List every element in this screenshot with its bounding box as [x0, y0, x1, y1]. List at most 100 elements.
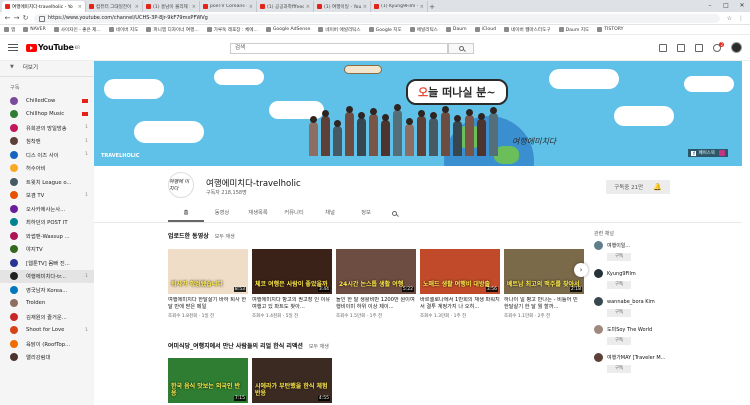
close-tab-icon[interactable]: ×	[304, 4, 310, 10]
new-tab-button[interactable]: +	[428, 2, 436, 12]
bookmark-item[interactable]: NAVER	[23, 27, 46, 32]
close-tab-icon[interactable]: ×	[418, 4, 424, 10]
bookmark-item[interactable]: Daum 지도	[558, 27, 589, 33]
sidebar-subscription-item[interactable]: [웹툰TV] 몸빠 진...	[0, 256, 94, 270]
bookmark-item[interactable]: Daum	[445, 27, 467, 32]
channel-tab[interactable]: 홈	[168, 208, 204, 222]
related-channel-name[interactable]: 여행이일...	[607, 242, 630, 249]
star-icon[interactable]: ☆	[727, 15, 732, 22]
video-title[interactable]: 여행에미치다 한달살기 바하 퇴사 한 달 만에 받은 메일	[168, 297, 248, 311]
uploads-play-all[interactable]: 모두 재생	[215, 234, 235, 240]
video-thumbnail[interactable]: 퇴사가 확정됐습니다 8:53	[168, 249, 248, 294]
bookmark-item[interactable]: Google 지도	[368, 27, 402, 33]
close-tab-icon[interactable]: ×	[190, 4, 196, 10]
related-subscribe-button[interactable]: 구독	[607, 281, 631, 289]
sidebar-subscription-item[interactable]: Trolden	[0, 297, 94, 311]
browser-tab[interactable]: 컴퓨터 그대일전이 예정을×	[86, 1, 143, 12]
video-thumbnail[interactable]: 한국 음식 맛보는 외국인 반응 7:15	[168, 358, 248, 403]
video-title[interactable]: 돌인 한 달 생활비만 1200만 원이여행비이미 하위 이상 제이...	[336, 297, 416, 311]
account-avatar[interactable]	[731, 42, 742, 53]
reload-icon[interactable]: ↻	[21, 14, 30, 22]
related-channel-avatar[interactable]	[594, 325, 603, 334]
video-card[interactable]: 24시간 논스톱 생활 여행 5:22 돌인 한 달 생활비만 1200만 원이여행…	[336, 249, 416, 319]
youtube-logo[interactable]: YouTube KR	[26, 43, 80, 52]
related-channel-name[interactable]: 여행가MAY [Traveler M...	[607, 354, 665, 361]
bookmark-item[interactable]: 가루둑 레포장 : 체에...	[206, 27, 258, 33]
browser-tab[interactable]: (1) 여행이일 - YouTube×	[314, 1, 371, 12]
video-card[interactable]: 노매드 생활 여행비 대방출 3:56 바르셀로나에서 1만회의 재생 파워지서 결…	[420, 249, 500, 319]
video-card[interactable]: 퇴사가 확정됐습니다 8:53 여행에미치다 한달살기 바하 퇴사 한 달 만에 받…	[168, 249, 248, 319]
sidebar-subscription-item[interactable]: 최하던의 POST IT	[0, 216, 94, 230]
video-title[interactable]: 바르셀로나에서 1만회의 재생 파워지서 결투 계정가지 나 오히...	[420, 297, 500, 311]
sidebar-subscription-item[interactable]: 오사카에사는사...	[0, 202, 94, 216]
sidebar-subscription-item[interactable]: 육닭이 (RoofTop...	[0, 337, 94, 351]
sidebar-more[interactable]: ▼ 더보기	[0, 61, 94, 73]
sidebar-subscription-item[interactable]: 앨리강림대	[0, 351, 94, 365]
video-thumbnail[interactable]: 노매드 생활 여행비 대방출 3:56	[420, 249, 500, 294]
related-subscribe-button[interactable]: 구독	[607, 253, 631, 261]
channel-avatar[interactable]: 여행에 미치다	[168, 172, 194, 198]
related-channel-avatar[interactable]	[594, 241, 603, 250]
channel-tab[interactable]: 커뮤니티	[276, 208, 312, 222]
apps-grid-icon[interactable]	[677, 43, 685, 52]
bookmark-item[interactable]: 네이버 애널리틱스	[318, 27, 361, 33]
video-thumbnail[interactable]: 베트남 최고의 맥주를 찾아서 2:18	[504, 249, 584, 294]
facebook-link-label[interactable]: 페이스북	[698, 150, 715, 156]
maximize-icon[interactable]: □	[718, 0, 734, 12]
sidebar-subscription-item[interactable]: 유희관의 방일방송 1	[0, 121, 94, 135]
sidebar-subscription-item[interactable]: 와썹맨-Wassup ...	[0, 229, 94, 243]
bookmark-item[interactable]: 앱	[4, 27, 15, 33]
sidebar-subscription-item[interactable]: 디스 이즈 사이 1	[0, 148, 94, 162]
channel-tab[interactable]: 동영상	[204, 208, 240, 222]
bookmark-item[interactable]: iCloud	[474, 27, 496, 32]
video-thumbnail[interactable]: 체코 여행은 사람이 좋았을까 3:44	[252, 249, 332, 294]
minimize-icon[interactable]: –	[702, 0, 718, 12]
related-channel-name[interactable]: 도미Soy The World	[607, 326, 652, 333]
related-channel-link[interactable]: Kyung9Film	[594, 269, 734, 278]
bookmark-item[interactable]: 네이버 지도	[108, 27, 138, 33]
browser-tab[interactable]: (1) Kyung9Film - YouTube×	[371, 1, 428, 12]
banner-social-links[interactable]: f 페이스북	[688, 149, 728, 157]
close-tab-icon[interactable]: ×	[133, 4, 139, 10]
messages-icon[interactable]	[695, 43, 703, 52]
instagram-icon[interactable]	[719, 150, 725, 156]
related-channel-avatar[interactable]	[594, 269, 603, 278]
channel-search-icon[interactable]	[384, 211, 404, 222]
browser-tab[interactable]: (1) 흥남이 볼리제 오른쪽×	[143, 1, 200, 12]
sidebar-subscription-item[interactable]: Shoot for Love 1	[0, 324, 94, 338]
hamburger-menu-icon[interactable]	[8, 44, 18, 51]
forward-icon[interactable]: →	[12, 14, 21, 22]
sidebar-subscription-item[interactable]: 트윗치 League o...	[0, 175, 94, 189]
channel-tab[interactable]: 재생목록	[240, 208, 276, 222]
bookmark-item[interactable]: Google AdSense	[265, 27, 310, 32]
url-field[interactable]: https://www.youtube.com/channel/UCHS-3P-…	[34, 13, 720, 23]
sidebar-subscription-item[interactable]: 김재원의 즐거운...	[0, 310, 94, 324]
search-button[interactable]	[448, 43, 474, 54]
related-subscribe-button[interactable]: 구독	[607, 309, 631, 317]
related-channel-link[interactable]: 도미Soy The World	[594, 325, 734, 334]
channel-tab[interactable]: 정보	[348, 208, 384, 222]
related-channel-name[interactable]: Kyung9Film	[607, 271, 636, 277]
search-input[interactable]: 검색	[230, 43, 448, 54]
video-card[interactable]: 한국 음식 맛보는 외국인 반응 7:15	[168, 358, 248, 403]
back-icon[interactable]: ←	[3, 14, 12, 22]
sidebar-subscription-item[interactable]: 여행에미치다-tr... 1	[0, 269, 94, 283]
playlist-play-all[interactable]: 모두 재생	[309, 344, 329, 350]
related-channel-link[interactable]: wannabe_bora Kim	[594, 297, 734, 306]
bell-icon[interactable]: 🔔	[653, 183, 662, 191]
related-channel-avatar[interactable]	[594, 353, 603, 362]
video-thumbnail[interactable]: 24시간 논스톱 생활 여행 5:22	[336, 249, 416, 294]
shelf-next-arrow-icon[interactable]: ›	[574, 263, 588, 277]
browser-menu-icon[interactable]: ⋮	[738, 15, 744, 22]
video-card[interactable]: 체코 여행은 사람이 좋았을까 3:44 여행에미치다 항고의 권고장 인 이유 여…	[252, 249, 332, 319]
sidebar-subscription-item[interactable]: 야지TV	[0, 243, 94, 257]
related-channel-link[interactable]: 여행가MAY [Traveler M...	[594, 353, 734, 362]
sidebar-subscription-item[interactable]: 침착맨 1	[0, 135, 94, 149]
video-card[interactable]: 베트남 최고의 맥주를 찾아서 2:18 하나이 일 평고 만나는 - 비틀어 민 …	[504, 249, 584, 319]
related-subscribe-button[interactable]: 구독	[607, 365, 631, 373]
browser-tab[interactable]: poeTV Coreans - YouTube×	[200, 1, 257, 12]
sidebar-subscription-item[interactable]: ChilledCow	[0, 94, 94, 108]
sidebar-subscription-item[interactable]: 보겸 TV 1	[0, 189, 94, 203]
bookmark-item[interactable]: TISTORY	[597, 27, 623, 32]
channel-tab[interactable]: 채널	[312, 208, 348, 222]
